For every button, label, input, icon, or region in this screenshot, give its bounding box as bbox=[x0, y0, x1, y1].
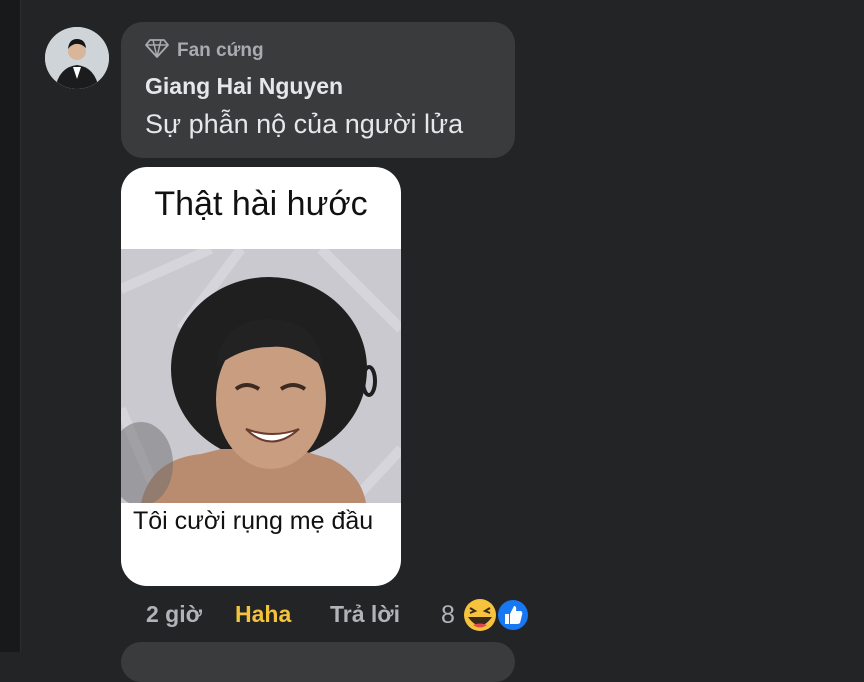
reaction-summary[interactable] bbox=[459, 594, 539, 636]
meme-image[interactable]: Thật hài hước Tôi cười rụng mẹ đầu bbox=[121, 167, 401, 586]
meme-bottom-caption: Tôi cười rụng mẹ đầu bbox=[133, 507, 374, 535]
reaction-count[interactable]: 8 bbox=[441, 601, 455, 630]
comment-text: Sự phẫn nộ của người lửa bbox=[145, 109, 464, 139]
like-icon bbox=[496, 598, 530, 632]
comment-bubble: Fan cứng Giang Hai Nguyen Sự phẫn nộ của… bbox=[121, 22, 515, 158]
badge-label: Fan cứng bbox=[177, 40, 264, 61]
left-rail bbox=[0, 0, 21, 652]
next-comment-bubble bbox=[121, 642, 515, 682]
reply-button[interactable]: Trả lời bbox=[330, 601, 400, 628]
fan-badge: Fan cứng bbox=[145, 38, 264, 64]
avatar[interactable] bbox=[45, 27, 109, 89]
diamond-icon bbox=[145, 38, 177, 64]
author-name[interactable]: Giang Hai Nguyen bbox=[145, 73, 343, 100]
haha-emoji-icon bbox=[462, 597, 498, 633]
meme-top-caption: Thật hài hước bbox=[154, 185, 368, 223]
meme-photo bbox=[121, 249, 401, 503]
haha-reaction-button[interactable]: Haha bbox=[235, 601, 291, 628]
comment-time[interactable]: 2 giờ bbox=[146, 601, 202, 628]
